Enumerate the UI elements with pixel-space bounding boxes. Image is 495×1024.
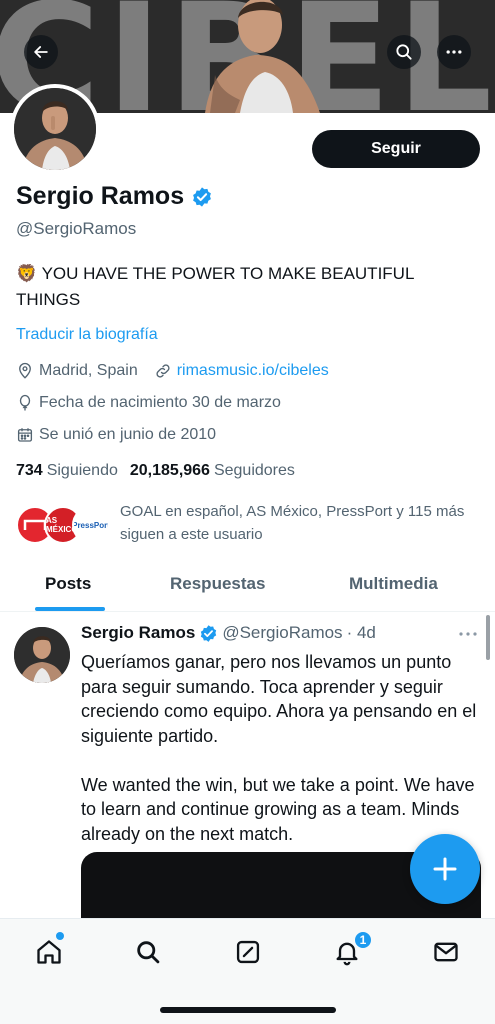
profile-name: Sergio Ramos bbox=[16, 182, 185, 210]
nav-grok[interactable] bbox=[231, 935, 265, 969]
calendar-icon bbox=[17, 428, 33, 442]
known-followers-text: GOAL en español, AS México, PressPort y … bbox=[120, 503, 465, 543]
followers-link[interactable]: 20,185,966 Seguidores bbox=[130, 462, 295, 480]
nav-messages[interactable] bbox=[429, 935, 463, 969]
search-button[interactable] bbox=[387, 35, 421, 69]
tweet-time[interactable]: · 4d bbox=[347, 623, 376, 643]
tweet-author-handle[interactable]: @SergioRamos bbox=[222, 623, 342, 643]
joined-text: Se unió en junio de 2010 bbox=[39, 426, 217, 443]
profile-name-row: Sergio Ramos bbox=[16, 182, 213, 211]
avatar-photo bbox=[14, 88, 96, 170]
arrow-left-icon bbox=[34, 46, 48, 58]
birthday-text: Fecha de nacimiento 30 de marzo bbox=[39, 394, 281, 411]
messages-icon bbox=[434, 942, 458, 962]
tab-multimedia[interactable]: Multimedia bbox=[349, 574, 438, 594]
profile-tabs: Posts Respuestas Multimedia bbox=[0, 562, 495, 612]
home-icon bbox=[37, 940, 61, 964]
tweet-text-spanish: Queríamos ganar, pero nos llevamos un pu… bbox=[81, 652, 477, 746]
back-button[interactable] bbox=[24, 35, 58, 69]
more-horizontal-icon bbox=[446, 50, 462, 54]
scrollbar[interactable] bbox=[486, 615, 490, 660]
followers-label: Seguidores bbox=[213, 462, 295, 479]
home-unread-dot bbox=[56, 932, 64, 940]
profile-handle: @SergioRamos bbox=[16, 219, 137, 238]
following-count: 734 bbox=[16, 462, 43, 479]
notification-badge: 1 bbox=[353, 930, 373, 950]
profile-bio: 🦁 YOU HAVE THE POWER TO MAKE BEAUTIFUL T… bbox=[16, 261, 476, 313]
follow-counts: 734 Siguiendo 20,185,966 Seguidores bbox=[16, 462, 295, 480]
translate-bio-link[interactable]: Traducir la biografía bbox=[16, 326, 158, 344]
nav-search[interactable] bbox=[131, 935, 165, 969]
bio-text: YOU HAVE THE POWER TO MAKE BEAUTIFUL THI… bbox=[16, 264, 414, 309]
lion-emoji: 🦁 bbox=[16, 264, 38, 283]
verified-badge-icon[interactable] bbox=[191, 186, 213, 208]
banner-photo bbox=[205, 0, 320, 113]
compose-button[interactable] bbox=[410, 834, 480, 904]
tab-respuestas[interactable]: Respuestas bbox=[170, 574, 265, 594]
plus-icon bbox=[433, 857, 457, 881]
following-label: Siguiendo bbox=[46, 462, 118, 479]
search-icon bbox=[396, 44, 412, 60]
tweet-header: Sergio Ramos @SergioRamos · 4d bbox=[81, 623, 376, 643]
known-followers[interactable]: AS MÉXICO PressPort GOAL en español, AS … bbox=[16, 500, 470, 546]
birthday-row: Fecha de nacimiento 30 de marzo bbox=[16, 394, 281, 412]
tweet-text-english: We wanted the win, but we take a point. … bbox=[81, 774, 475, 844]
more-button[interactable] bbox=[437, 35, 471, 69]
balloon-icon bbox=[19, 394, 31, 411]
known-followers-avatars: AS MÉXICO PressPort bbox=[16, 500, 112, 546]
tweet-avatar[interactable] bbox=[14, 627, 70, 683]
profile-avatar[interactable] bbox=[10, 84, 100, 174]
active-tab-indicator bbox=[35, 607, 105, 611]
grok-icon bbox=[236, 940, 260, 964]
joined-row: Se unió en junio de 2010 bbox=[16, 426, 216, 444]
tab-posts[interactable]: Posts bbox=[45, 574, 91, 594]
avatar bbox=[14, 88, 96, 170]
verified-badge-icon bbox=[201, 624, 217, 642]
nav-home[interactable] bbox=[32, 935, 66, 969]
follow-button[interactable]: Seguir bbox=[312, 130, 480, 168]
tweet-text: Queríamos ganar, pero nos llevamos un pu… bbox=[81, 650, 481, 846]
home-indicator bbox=[160, 1007, 336, 1013]
tweet-author-name[interactable]: Sergio Ramos bbox=[81, 623, 195, 643]
tweet-avatar-photo bbox=[14, 627, 70, 683]
tweet-more-icon[interactable] bbox=[456, 622, 480, 646]
location-website-row: Madrid, Spain rimasmusic.io/cibeles bbox=[16, 362, 329, 380]
followers-count: 20,185,966 bbox=[129, 462, 210, 479]
link-icon bbox=[156, 364, 170, 378]
website-link[interactable]: rimasmusic.io/cibeles bbox=[177, 362, 329, 380]
location-text: Madrid, Spain bbox=[39, 362, 138, 379]
location-pin-icon bbox=[19, 362, 31, 379]
search-icon bbox=[137, 941, 160, 964]
following-link[interactable]: 734 Siguiendo bbox=[16, 462, 118, 480]
pressport-avatar: PressPort bbox=[72, 506, 110, 544]
